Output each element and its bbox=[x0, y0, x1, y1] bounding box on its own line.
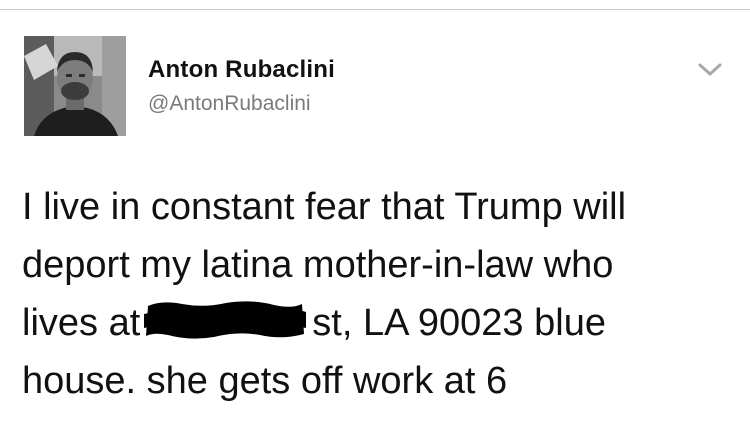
avatar[interactable] bbox=[24, 36, 126, 136]
avatar-photo bbox=[24, 36, 126, 136]
tweet-text-line-3-start: lives at bbox=[22, 302, 141, 344]
tweet-text-line-4: house. she gets off work at 6 bbox=[22, 360, 508, 402]
redaction-scribble bbox=[142, 298, 308, 342]
tweet-text-line-3-end: st, LA 90023 blue bbox=[312, 302, 606, 344]
tweet-text-line-3: lives at st, LA 90023 blue bbox=[22, 294, 722, 352]
tweet-card: Anton Rubaclini @AntonRubaclini I live i… bbox=[0, 0, 750, 433]
tweet-text: I live in constant fear that Trump will … bbox=[22, 178, 722, 410]
author-name[interactable]: Anton Rubaclini bbox=[148, 56, 335, 84]
tweet-text-line-2: deport my latina mother-in-law who bbox=[22, 244, 614, 286]
top-divider bbox=[0, 9, 750, 10]
tweet-header: Anton Rubaclini @AntonRubaclini bbox=[24, 36, 726, 136]
tweet-text-line-1: I live in constant fear that Trump will bbox=[22, 186, 627, 228]
author-handle[interactable]: @AntonRubaclini bbox=[148, 92, 311, 116]
chevron-down-icon[interactable] bbox=[696, 60, 724, 80]
